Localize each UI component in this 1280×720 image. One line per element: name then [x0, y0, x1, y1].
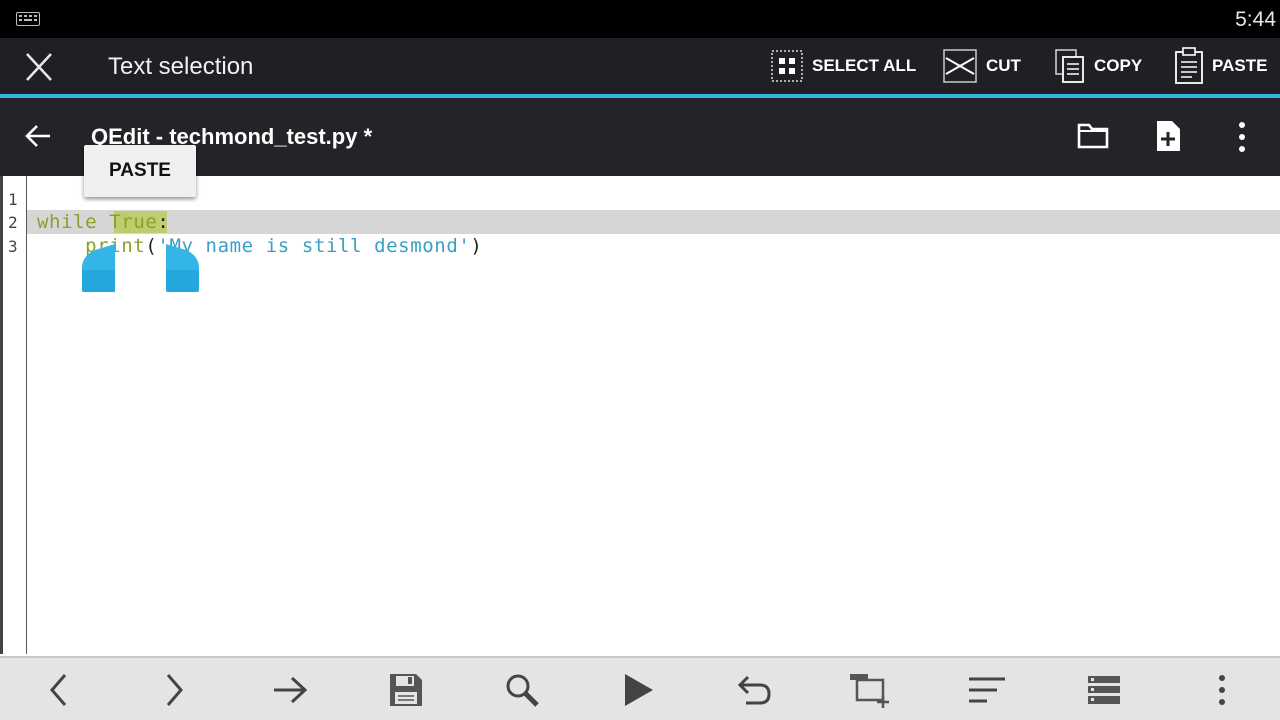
code-selected-token: True — [109, 211, 158, 233]
cut-label: CUT — [986, 56, 1021, 75]
copy-button[interactable]: COPY — [1054, 46, 1142, 86]
status-time: 5:44 — [1235, 8, 1276, 31]
cut-button[interactable]: CUT — [942, 46, 1021, 86]
code-colon: : — [157, 211, 170, 233]
more-icon[interactable] — [1200, 668, 1244, 712]
editor-left-edge — [0, 176, 3, 654]
run-icon[interactable] — [616, 668, 660, 712]
copy-label: COPY — [1094, 56, 1143, 75]
code-line-2[interactable]: while True: — [37, 211, 169, 233]
select-all-button[interactable]: SELECT ALL — [770, 46, 916, 86]
paste-popup-button[interactable]: PASTE — [84, 145, 196, 197]
selection-start-handle[interactable] — [81, 244, 115, 294]
copy-icon — [1055, 49, 1084, 83]
code-editor[interactable]: 1 2 3 while True: print('My name is stil… — [0, 176, 1280, 656]
code-keyword: while — [37, 211, 98, 233]
search-icon[interactable] — [500, 668, 544, 712]
cut-icon — [943, 49, 977, 83]
new-file-icon[interactable] — [1155, 120, 1181, 157]
current-line-highlight — [27, 210, 1280, 234]
keyboard-icon — [16, 12, 40, 26]
selection-end-handle[interactable] — [166, 244, 200, 294]
undo-icon[interactable] — [732, 668, 776, 712]
action-mode-title: Text selection — [108, 53, 254, 80]
arrow-right-icon[interactable] — [268, 668, 312, 712]
line-number: 3 — [8, 237, 18, 256]
add-tab-icon[interactable] — [849, 668, 893, 712]
format-align-icon[interactable] — [965, 668, 1009, 712]
select-all-label: SELECT ALL — [812, 56, 917, 75]
code-paren-open: ( — [145, 235, 158, 257]
paste-button[interactable]: PASTE — [1174, 46, 1267, 86]
bottom-toolbar — [0, 656, 1280, 720]
gutter-divider — [26, 176, 27, 654]
code-paren-close: ) — [470, 235, 483, 257]
save-icon[interactable] — [384, 668, 428, 712]
line-number: 1 — [8, 190, 18, 209]
chevron-left-icon[interactable] — [37, 668, 81, 712]
chevron-right-icon[interactable] — [152, 668, 196, 712]
status-bar: 5:44 — [0, 0, 1280, 38]
code-string: 'My name is still desmond' — [157, 235, 471, 257]
select-all-icon — [771, 50, 803, 82]
overflow-menu-icon[interactable] — [1236, 120, 1248, 159]
line-number: 2 — [8, 213, 18, 232]
text-selection-action-bar: Text selection SELECT ALL CUT COPY PASTE — [0, 38, 1280, 94]
list-icon[interactable] — [1082, 668, 1126, 712]
folder-icon[interactable] — [1077, 120, 1109, 155]
back-arrow-icon[interactable] — [24, 122, 52, 155]
paste-label: PASTE — [1212, 56, 1268, 75]
close-icon[interactable] — [22, 52, 56, 82]
paste-icon — [1175, 47, 1203, 84]
